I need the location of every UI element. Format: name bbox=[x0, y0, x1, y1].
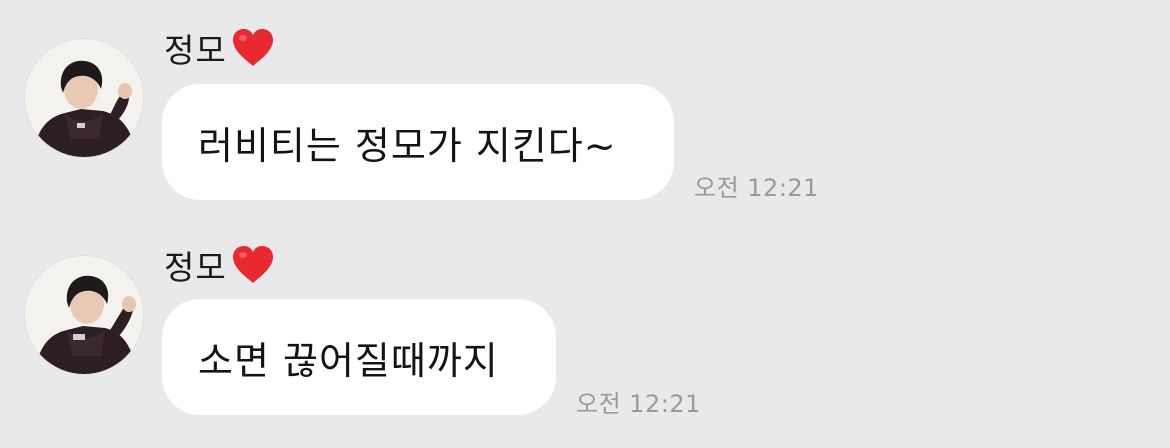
message-timestamp: 오전 12:21 bbox=[694, 174, 819, 202]
message-text: 소면 끊어질때까지 bbox=[198, 338, 499, 383]
profile-photo bbox=[25, 39, 143, 157]
sender-name-text: 정모 bbox=[164, 248, 227, 287]
heart-icon bbox=[232, 29, 273, 66]
message-timestamp: 오전 12:21 bbox=[576, 390, 701, 418]
avatar[interactable] bbox=[24, 38, 144, 158]
sender-name: 정모 bbox=[164, 26, 275, 70]
message-bubble[interactable]: 러비티는 정모가 지킨다~ bbox=[162, 84, 674, 200]
profile-photo bbox=[25, 256, 143, 374]
avatar[interactable] bbox=[24, 255, 144, 375]
sender-name-text: 정모 bbox=[164, 31, 227, 70]
message-text: 러비티는 정모가 지킨다~ bbox=[198, 123, 617, 168]
sender-name: 정모 bbox=[164, 243, 275, 287]
message-bubble[interactable]: 소면 끊어질때까지 bbox=[162, 299, 556, 415]
heart-icon bbox=[232, 246, 273, 283]
